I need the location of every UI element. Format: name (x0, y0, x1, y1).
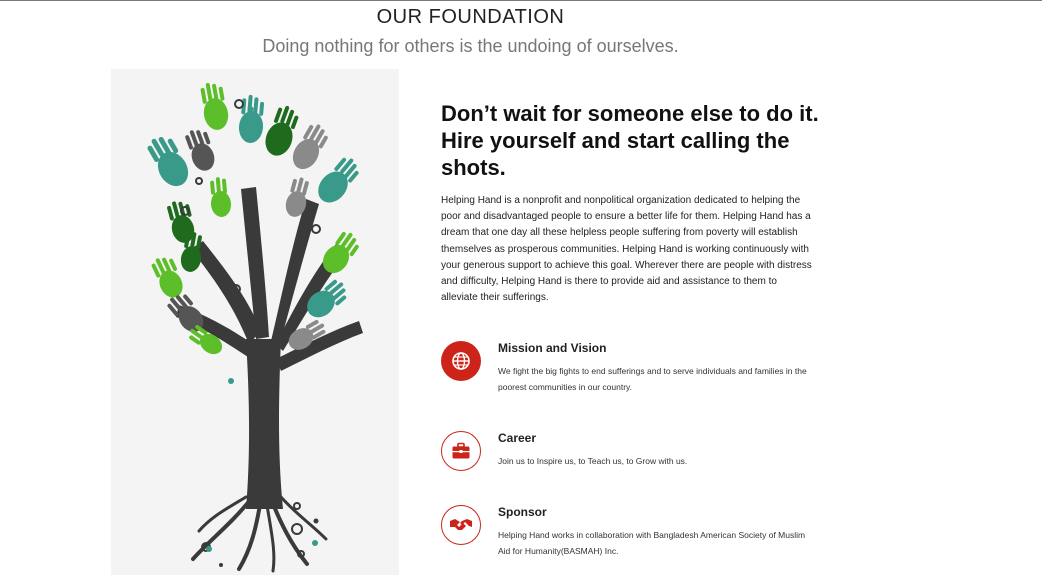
tree-trunk (246, 339, 283, 509)
feature-title: Sponsor (498, 505, 547, 519)
feature-title: Mission and Vision (498, 341, 607, 355)
feature-title: Career (498, 431, 537, 445)
handshake-icon (441, 505, 481, 545)
feature-text: Helping Hand works in collaboration with… (498, 530, 806, 556)
hands-tree-illustration (111, 69, 399, 575)
globe-icon (441, 341, 481, 381)
page-title: OUR FOUNDATION (376, 6, 565, 28)
feature-text: Join us to Inspire us, to Teach us, to G… (498, 456, 688, 466)
page-subtitle: Doing nothing for others is the undoing … (262, 36, 679, 56)
briefcase-icon (441, 431, 481, 471)
main-heading: Don’t wait for someone else to do it. Hi… (441, 101, 819, 180)
tree-graphic (147, 82, 363, 573)
top-divider (0, 0, 1042, 1)
feature-text: We fight the big fights to end suffering… (498, 366, 807, 392)
intro-paragraph: Helping Hand is a nonprofit and nonpolit… (441, 195, 812, 304)
